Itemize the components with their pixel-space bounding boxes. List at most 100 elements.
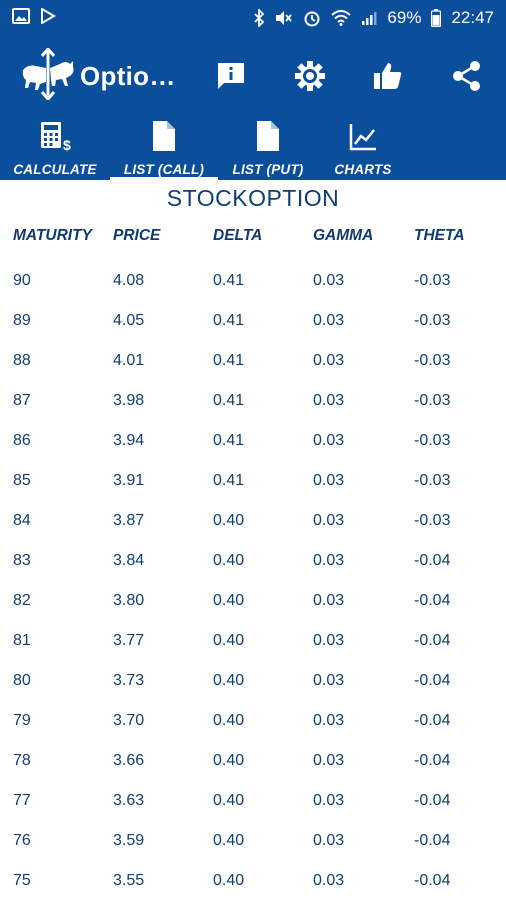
cell-price: 4.08 <box>113 272 145 289</box>
cell-price: 3.55 <box>113 872 145 889</box>
cell-price: 3.63 <box>113 792 145 809</box>
cell-maturity: 82 <box>13 592 31 609</box>
cell-theta: -0.04 <box>414 872 451 889</box>
table-row[interactable]: 89 4.05 0.41 0.03 -0.03 <box>0 301 506 341</box>
cell-delta: 0.41 <box>213 432 245 449</box>
cell-theta: -0.04 <box>414 592 451 609</box>
cell-delta: 0.41 <box>213 272 245 289</box>
table-row[interactable]: 77 3.63 0.40 0.03 -0.04 <box>0 781 506 821</box>
cell-maturity: 77 <box>13 792 31 809</box>
cell-maturity: 76 <box>13 832 31 849</box>
app-title: Optio… <box>80 60 176 91</box>
document-icon <box>255 116 281 152</box>
table-body: 90 4.08 0.41 0.03 -0.03 89 4.05 0.41 0.03 -0.03 88… <box>0 261 506 901</box>
alarm-icon <box>303 9 321 27</box>
table-row[interactable]: 78 3.66 0.40 0.03 -0.04 <box>0 741 506 781</box>
cell-gamma: 0.03 <box>313 272 345 289</box>
cell-theta: -0.04 <box>414 712 451 729</box>
signal-icon <box>361 10 377 26</box>
cell-theta: -0.04 <box>414 792 451 809</box>
cell-theta: -0.04 <box>414 672 451 689</box>
battery-percent: 69% <box>387 8 422 27</box>
cell-theta: -0.04 <box>414 832 451 849</box>
table-header-row: MATURITY PRICE DELTA GAMMA THETA <box>0 216 506 256</box>
tab-list-put[interactable]: LIST (PUT) <box>222 116 314 180</box>
cell-maturity: 84 <box>13 512 31 529</box>
image-icon <box>12 7 30 29</box>
cell-theta: -0.03 <box>414 272 451 289</box>
table-row[interactable]: 81 3.77 0.40 0.03 -0.04 <box>0 621 506 661</box>
cell-delta: 0.40 <box>213 752 245 769</box>
header-price: PRICE <box>113 227 161 244</box>
tab-label-calculate: CALCULATE <box>13 162 97 177</box>
cell-delta: 0.41 <box>213 312 245 329</box>
header-gamma: GAMMA <box>313 227 374 244</box>
table-row[interactable]: 84 3.87 0.40 0.03 -0.03 <box>0 501 506 541</box>
app-bar: Optio… <box>0 36 506 116</box>
cell-gamma: 0.03 <box>313 432 345 449</box>
cell-gamma: 0.03 <box>313 472 345 489</box>
tab-calculate[interactable]: $ CALCULATE <box>12 116 98 180</box>
header-theta: THETA <box>414 227 465 244</box>
chart-icon <box>348 116 378 152</box>
table-row[interactable]: 88 4.01 0.41 0.03 -0.03 <box>0 341 506 381</box>
cell-gamma: 0.03 <box>313 672 345 689</box>
cell-delta: 0.40 <box>213 792 245 809</box>
play-store-icon <box>40 6 56 29</box>
cell-theta: -0.03 <box>414 472 451 489</box>
table-row[interactable]: 90 4.08 0.41 0.03 -0.03 <box>0 261 506 301</box>
info-icon[interactable] <box>213 58 249 94</box>
cell-price: 4.05 <box>113 312 145 329</box>
cell-gamma: 0.03 <box>313 752 345 769</box>
table-row[interactable]: 79 3.70 0.40 0.03 -0.04 <box>0 701 506 741</box>
tab-charts[interactable]: CHARTS <box>326 116 400 180</box>
table-row[interactable]: 87 3.98 0.41 0.03 -0.03 <box>0 381 506 421</box>
cell-price: 3.66 <box>113 752 145 769</box>
cell-theta: -0.04 <box>414 752 451 769</box>
header-delta: DELTA <box>213 227 263 244</box>
cell-maturity: 80 <box>13 672 31 689</box>
header-maturity: MATURITY <box>13 227 92 244</box>
tab-label-charts: CHARTS <box>334 162 392 177</box>
cell-gamma: 0.03 <box>313 872 345 889</box>
cell-price: 3.59 <box>113 832 145 849</box>
tab-label-list-put: LIST (PUT) <box>232 162 304 177</box>
cell-delta: 0.40 <box>213 632 245 649</box>
cell-theta: -0.03 <box>414 392 451 409</box>
cell-price: 3.73 <box>113 672 145 689</box>
table-row[interactable]: 85 3.91 0.41 0.03 -0.03 <box>0 461 506 501</box>
thumbs-up-icon[interactable] <box>370 58 406 94</box>
cell-gamma: 0.03 <box>313 392 345 409</box>
cell-theta: -0.04 <box>414 632 451 649</box>
tab-list-call[interactable]: LIST (CALL) <box>114 116 214 180</box>
table-row[interactable]: 75 3.55 0.40 0.03 -0.04 <box>0 861 506 901</box>
cell-theta: -0.03 <box>414 512 451 529</box>
cell-theta: -0.03 <box>414 312 451 329</box>
cell-maturity: 88 <box>13 352 31 369</box>
cell-gamma: 0.03 <box>313 832 345 849</box>
cell-theta: -0.03 <box>414 352 451 369</box>
selected-tab-indicator <box>110 177 218 180</box>
cell-theta: -0.04 <box>414 552 451 569</box>
table-row[interactable]: 82 3.80 0.40 0.03 -0.04 <box>0 581 506 621</box>
table-title: STOCKOPTION <box>166 185 340 211</box>
cell-gamma: 0.03 <box>313 512 345 529</box>
bluetooth-icon <box>253 9 265 27</box>
status-time: 22:47 <box>451 8 494 27</box>
cell-maturity: 79 <box>13 712 31 729</box>
table-row[interactable]: 76 3.59 0.40 0.03 -0.04 <box>0 821 506 861</box>
cell-gamma: 0.03 <box>313 552 345 569</box>
settings-icon[interactable] <box>292 58 328 94</box>
table-row[interactable]: 80 3.73 0.40 0.03 -0.04 <box>0 661 506 701</box>
cell-maturity: 83 <box>13 552 31 569</box>
bull-bear-logo-icon <box>20 46 76 105</box>
share-icon[interactable] <box>449 58 485 94</box>
table-row[interactable]: 83 3.84 0.40 0.03 -0.04 <box>0 541 506 581</box>
cell-maturity: 85 <box>13 472 31 489</box>
wifi-icon <box>331 10 352 26</box>
cell-delta: 0.41 <box>213 352 245 369</box>
table-row[interactable]: 86 3.94 0.41 0.03 -0.03 <box>0 421 506 461</box>
cell-gamma: 0.03 <box>313 712 345 729</box>
cell-maturity: 81 <box>13 632 31 649</box>
options-table: MATURITY PRICE DELTA GAMMA THETA 90 4.08 0… <box>0 216 506 901</box>
